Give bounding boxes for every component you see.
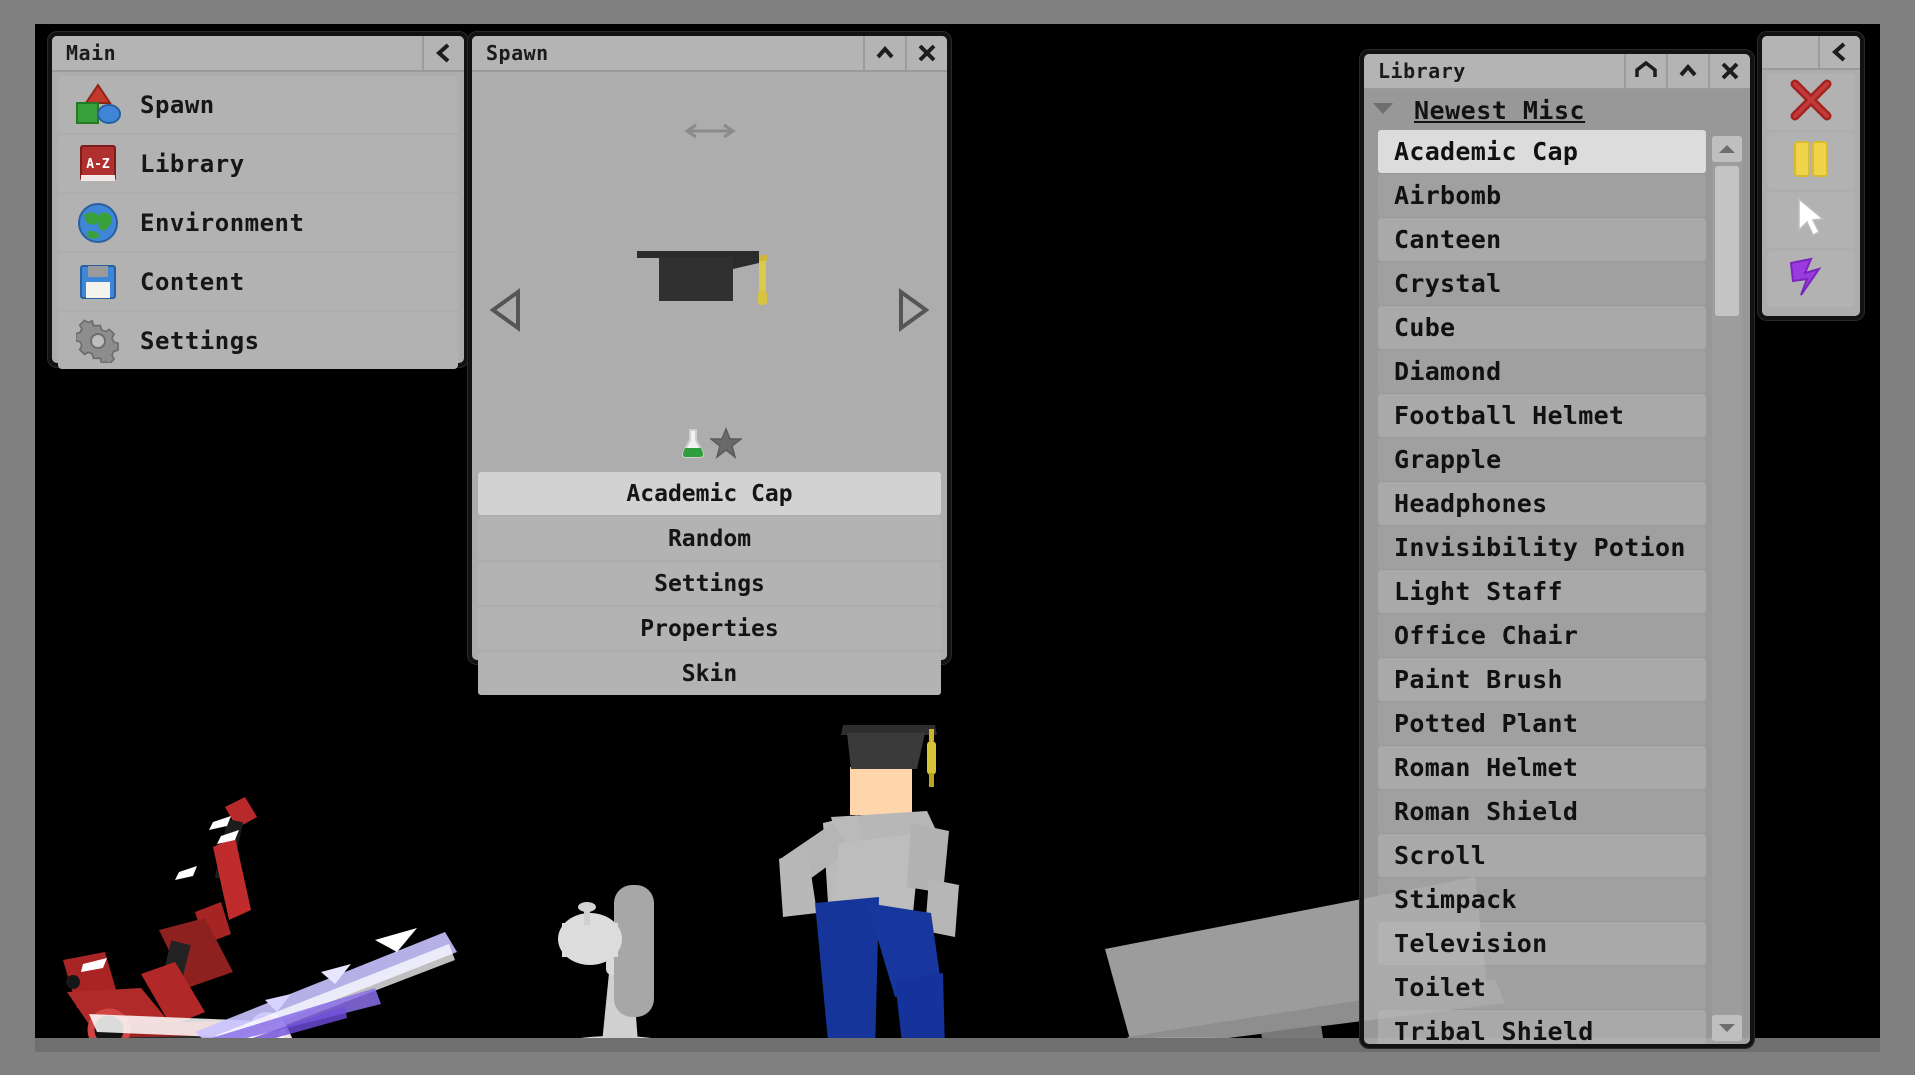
list-item[interactable]: Television <box>1378 922 1706 965</box>
triangle-up-icon[interactable] <box>1712 136 1742 162</box>
close-icon[interactable] <box>1708 54 1750 88</box>
library-category-label: Newest Misc <box>1414 95 1586 125</box>
list-item[interactable]: Football Helmet <box>1378 394 1706 437</box>
close-icon[interactable] <box>905 36 947 70</box>
sidebar-item-spawn[interactable]: Spawn <box>58 76 458 133</box>
spawn-button-skin[interactable]: Skin <box>478 652 941 695</box>
cursor-icon <box>1794 196 1828 244</box>
sidebar-item-settings[interactable]: Settings <box>58 312 458 369</box>
triangle-down-icon[interactable] <box>1370 99 1396 121</box>
star-icon <box>708 426 743 463</box>
sidebar-item-label: Settings <box>140 326 260 355</box>
list-item[interactable]: Tribal Shield <box>1378 1010 1706 1044</box>
spawn-button-properties[interactable]: Properties <box>478 607 941 650</box>
library-panel: Library Newest Misc Academic Cap Airbomb <box>1360 50 1754 1048</box>
globe-icon <box>70 199 126 247</box>
home-icon[interactable] <box>1624 54 1666 88</box>
list-item[interactable]: Roman Helmet <box>1378 746 1706 789</box>
list-item[interactable]: Headphones <box>1378 482 1706 525</box>
list-item[interactable]: Toilet <box>1378 966 1706 1009</box>
gear-icon <box>70 317 126 365</box>
tool-cursor[interactable] <box>1767 192 1855 248</box>
spawn-button-list: Academic Cap Random Settings Properties … <box>472 472 947 705</box>
app-root: Main Spawn A-Z Library Environment Conte… <box>0 0 1915 1075</box>
tool-panel-title-bar <box>1762 36 1860 70</box>
library-category-newest-misc[interactable]: Newest Misc <box>1364 90 1750 130</box>
scene-object-character[interactable] <box>755 707 1015 1052</box>
spawn-panel-title-bar: Spawn <box>472 36 947 72</box>
sidebar-item-environment[interactable]: Environment <box>58 194 458 251</box>
main-menu-list: Spawn A-Z Library Environment Content Se… <box>52 72 464 379</box>
main-panel: Main Spawn A-Z Library Environment Conte… <box>48 32 468 369</box>
list-item[interactable]: Canteen <box>1378 218 1706 261</box>
list-item[interactable]: Grapple <box>1378 438 1706 481</box>
sidebar-item-label: Spawn <box>140 90 215 119</box>
list-item[interactable]: Office Chair <box>1378 614 1706 657</box>
main-panel-title: Main <box>66 41 117 65</box>
list-item[interactable]: Academic Cap <box>1378 130 1706 173</box>
pause-icon <box>1789 139 1833 183</box>
list-item[interactable]: Airbomb <box>1378 174 1706 217</box>
sidebar-item-content[interactable]: Content <box>58 253 458 310</box>
spawn-button-random[interactable]: Random <box>478 517 941 560</box>
list-item[interactable]: Scroll <box>1378 834 1706 877</box>
library-body: Newest Misc Academic Cap Airbomb Canteen… <box>1364 90 1750 1044</box>
tool-pause[interactable] <box>1767 133 1855 189</box>
list-item[interactable]: Light Staff <box>1378 570 1706 613</box>
triangle-right-icon[interactable] <box>891 288 931 336</box>
floppy-disk-icon <box>70 258 126 306</box>
tool-delete[interactable] <box>1767 74 1855 130</box>
chevron-up-icon[interactable] <box>1666 54 1708 88</box>
list-item[interactable]: Paint Brush <box>1378 658 1706 701</box>
triangle-down-icon[interactable] <box>1712 1015 1742 1041</box>
list-item[interactable]: Roman Shield <box>1378 790 1706 833</box>
sidebar-item-label: Environment <box>140 208 305 237</box>
main-panel-title-bar: Main <box>52 36 464 72</box>
delete-x-icon <box>1787 77 1835 127</box>
spawn-button-settings[interactable]: Settings <box>478 562 941 605</box>
library-item-list: Academic Cap Airbomb Canteen Crystal Cub… <box>1364 130 1750 1044</box>
book-a-z-icon: A-Z <box>70 140 126 188</box>
spawn-panel-title: Spawn <box>486 41 549 65</box>
chevron-up-icon[interactable] <box>863 36 905 70</box>
spawn-button-academic-cap[interactable]: Academic Cap <box>478 472 941 515</box>
scrollbar-track[interactable] <box>1712 162 1742 1015</box>
spawn-panel: Spawn Academic Cap Random Settings Prope… <box>468 32 951 695</box>
library-scrollbar[interactable] <box>1712 136 1742 1041</box>
sidebar-item-label: Content <box>140 267 245 296</box>
tool-panel <box>1758 32 1864 320</box>
library-panel-title-bar: Library <box>1364 54 1750 90</box>
tool-lightning[interactable] <box>1767 251 1855 307</box>
scene-object-fan[interactable] <box>540 877 720 1052</box>
list-item[interactable]: Potted Plant <box>1378 702 1706 745</box>
shapes-icon <box>70 81 126 129</box>
chevron-left-icon[interactable] <box>422 36 464 70</box>
list-item[interactable]: Stimpack <box>1378 878 1706 921</box>
spawn-badges <box>678 426 743 463</box>
library-panel-title: Library <box>1378 59 1466 83</box>
list-item[interactable]: Invisibility Potion <box>1378 526 1706 569</box>
flask-icon <box>678 427 708 463</box>
scene-object-scooter[interactable] <box>45 792 465 1052</box>
spawn-preview-area[interactable] <box>472 72 947 472</box>
scrollbar-thumb[interactable] <box>1715 166 1739 316</box>
tool-list <box>1762 70 1860 314</box>
sidebar-item-library[interactable]: A-Z Library <box>58 135 458 192</box>
list-item[interactable]: Crystal <box>1378 262 1706 305</box>
svg-text:A-Z: A-Z <box>86 157 110 172</box>
sidebar-item-label: Library <box>140 149 245 178</box>
triangle-left-icon[interactable] <box>488 288 528 336</box>
list-item[interactable]: Cube <box>1378 306 1706 349</box>
lightning-icon <box>1785 255 1837 303</box>
academic-cap-preview <box>635 247 785 331</box>
move-horizontal-icon[interactable] <box>682 120 738 146</box>
chevron-left-icon[interactable] <box>1818 36 1860 68</box>
list-item[interactable]: Diamond <box>1378 350 1706 393</box>
